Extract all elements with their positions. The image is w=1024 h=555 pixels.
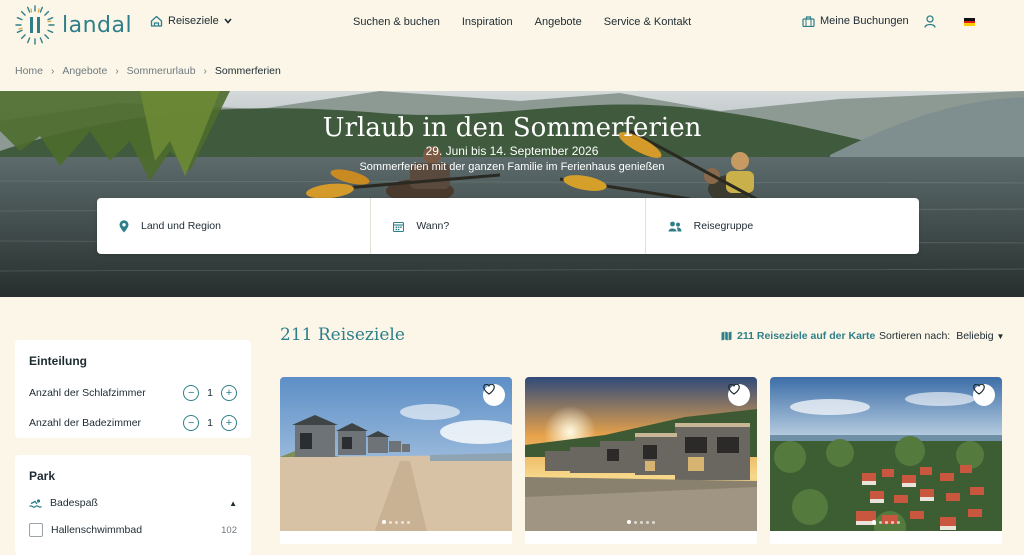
destinations-menu-button[interactable]: Reiseziele	[150, 15, 232, 27]
region-field[interactable]: Land und Region	[97, 198, 372, 254]
bathrooms-plus-button[interactable]: +	[221, 415, 237, 431]
breadcrumb-home[interactable]: Home	[15, 65, 43, 77]
hero-subtitle: Sommerferien mit der ganzen Familie im F…	[359, 161, 665, 173]
indoor-pool-label: Hallenschwimmbad	[51, 524, 143, 536]
favorite-heart-icon[interactable]	[973, 384, 995, 406]
beach-houses-image	[280, 377, 512, 544]
caret-down-icon: ▼	[996, 332, 1005, 341]
result-card[interactable]	[770, 377, 1002, 544]
sort-label: Sortieren nach:	[879, 330, 951, 342]
hero-date: 29. Juni bis 14. September 2026	[425, 144, 599, 158]
bedrooms-row: Anzahl der Schlafzimmer − 1 +	[29, 378, 237, 408]
travel-group-label: Reisegruppe	[693, 220, 754, 232]
breadcrumb-separator-icon: ›	[115, 65, 119, 77]
card-footer	[770, 531, 1002, 544]
calendar-icon	[393, 221, 405, 232]
park-filter-title: Park	[29, 469, 56, 483]
suitcase-icon	[802, 15, 815, 27]
division-filter-title: Einteilung	[29, 354, 87, 368]
favorite-heart-icon[interactable]	[728, 384, 750, 406]
bathrooms-value: 1	[207, 417, 213, 429]
my-bookings-label: Meine Buchungen	[820, 15, 909, 27]
map-view-label: 211 Reiseziele auf der Karte	[737, 330, 876, 342]
image-carousel-dots[interactable]	[280, 520, 512, 524]
division-filter-card: Einteilung Anzahl der Schlafzimmer − 1 +…	[15, 340, 251, 438]
card-footer	[525, 531, 757, 544]
nav-inspiration[interactable]: Inspiration	[462, 16, 513, 28]
bathrooms-label: Anzahl der Badezimmer	[29, 417, 142, 429]
hero-banner: Urlaub in den Sommerferien 29. Juni bis …	[0, 91, 1024, 297]
sort-select[interactable]: Beliebig ▼	[956, 330, 1004, 342]
bedrooms-label: Anzahl der Schlafzimmer	[29, 387, 146, 399]
map-icon	[721, 331, 732, 341]
search-bar: Land und Region Wann? Reisegruppe	[97, 198, 919, 254]
breadcrumb-summer-holiday[interactable]: Sommerurlaub	[127, 65, 196, 77]
breadcrumb-separator-icon: ›	[203, 65, 207, 77]
breadcrumb-offers[interactable]: Angebote	[62, 65, 107, 77]
swimming-section-toggle[interactable]: Badespaß ▲	[29, 497, 237, 509]
date-field[interactable]: Wann?	[371, 198, 646, 254]
park-filter-card: Park Badespaß ▲ Hallenschwimmbad 102	[15, 455, 251, 555]
main-nav: Suchen & buchen Inspiration Angebote Ser…	[353, 16, 691, 28]
result-card[interactable]	[280, 377, 512, 544]
nav-offers[interactable]: Angebote	[535, 16, 582, 28]
region-label: Land und Region	[141, 220, 221, 232]
my-bookings-link[interactable]: Meine Buchungen	[802, 15, 909, 27]
chevron-up-icon: ▲	[229, 498, 237, 508]
nav-service-contact[interactable]: Service & Kontakt	[604, 16, 691, 28]
indoor-pool-checkbox[interactable]	[29, 523, 43, 537]
image-carousel-dots[interactable]	[525, 520, 757, 524]
user-account-icon[interactable]	[924, 15, 936, 28]
swimmer-icon	[29, 498, 42, 508]
results-count-title: 211 Reiseziele	[280, 325, 405, 345]
logo-text: landal	[62, 12, 133, 38]
sort-value: Beliebig	[956, 330, 994, 342]
chevron-down-icon	[224, 18, 232, 24]
card-footer	[280, 531, 512, 544]
bathrooms-row: Anzahl der Badezimmer − 1 +	[29, 408, 237, 438]
favorite-heart-icon[interactable]	[483, 384, 505, 406]
sunset-houses-image	[525, 377, 757, 544]
destinations-label: Reiseziele	[168, 15, 219, 27]
image-carousel-dots[interactable]	[770, 520, 1002, 524]
sort-control: Sortieren nach: Beliebig ▼	[879, 330, 1004, 342]
people-icon	[668, 221, 682, 231]
home-icon	[150, 15, 163, 27]
german-flag-icon[interactable]	[964, 18, 975, 27]
site-header: landal Reiseziele Suchen & buchen Inspir…	[0, 0, 1024, 50]
landal-logo[interactable]: landal	[14, 4, 132, 46]
bedrooms-stepper: − 1 +	[183, 385, 237, 401]
map-view-link[interactable]: 211 Reiseziele auf der Karte	[721, 330, 875, 342]
bathrooms-minus-button[interactable]: −	[183, 415, 200, 431]
travel-group-field[interactable]: Reisegruppe	[646, 198, 919, 254]
indoor-pool-count: 102	[221, 524, 237, 536]
location-pin-icon	[119, 219, 129, 232]
bedrooms-minus-button[interactable]: −	[183, 385, 200, 401]
bedrooms-value: 1	[207, 387, 213, 399]
holiday-park-aerial-image	[770, 377, 1002, 544]
breadcrumb: Home › Angebote › Sommerurlaub › Sommerf…	[15, 65, 281, 77]
date-label: Wann?	[416, 220, 450, 232]
result-card[interactable]	[525, 377, 757, 544]
logo-sun-icon	[15, 5, 55, 45]
bedrooms-plus-button[interactable]: +	[221, 385, 237, 401]
hero-title: Urlaub in den Sommerferien	[322, 113, 702, 143]
breadcrumb-separator-icon: ›	[51, 65, 55, 77]
breadcrumb-current: Sommerferien	[214, 65, 281, 77]
nav-search-book[interactable]: Suchen & buchen	[353, 16, 440, 28]
swimming-section-label: Badespaß	[50, 497, 98, 509]
filter-option-indoor-pool: Hallenschwimmbad 102	[29, 523, 237, 537]
bathrooms-stepper: − 1 +	[183, 415, 237, 431]
